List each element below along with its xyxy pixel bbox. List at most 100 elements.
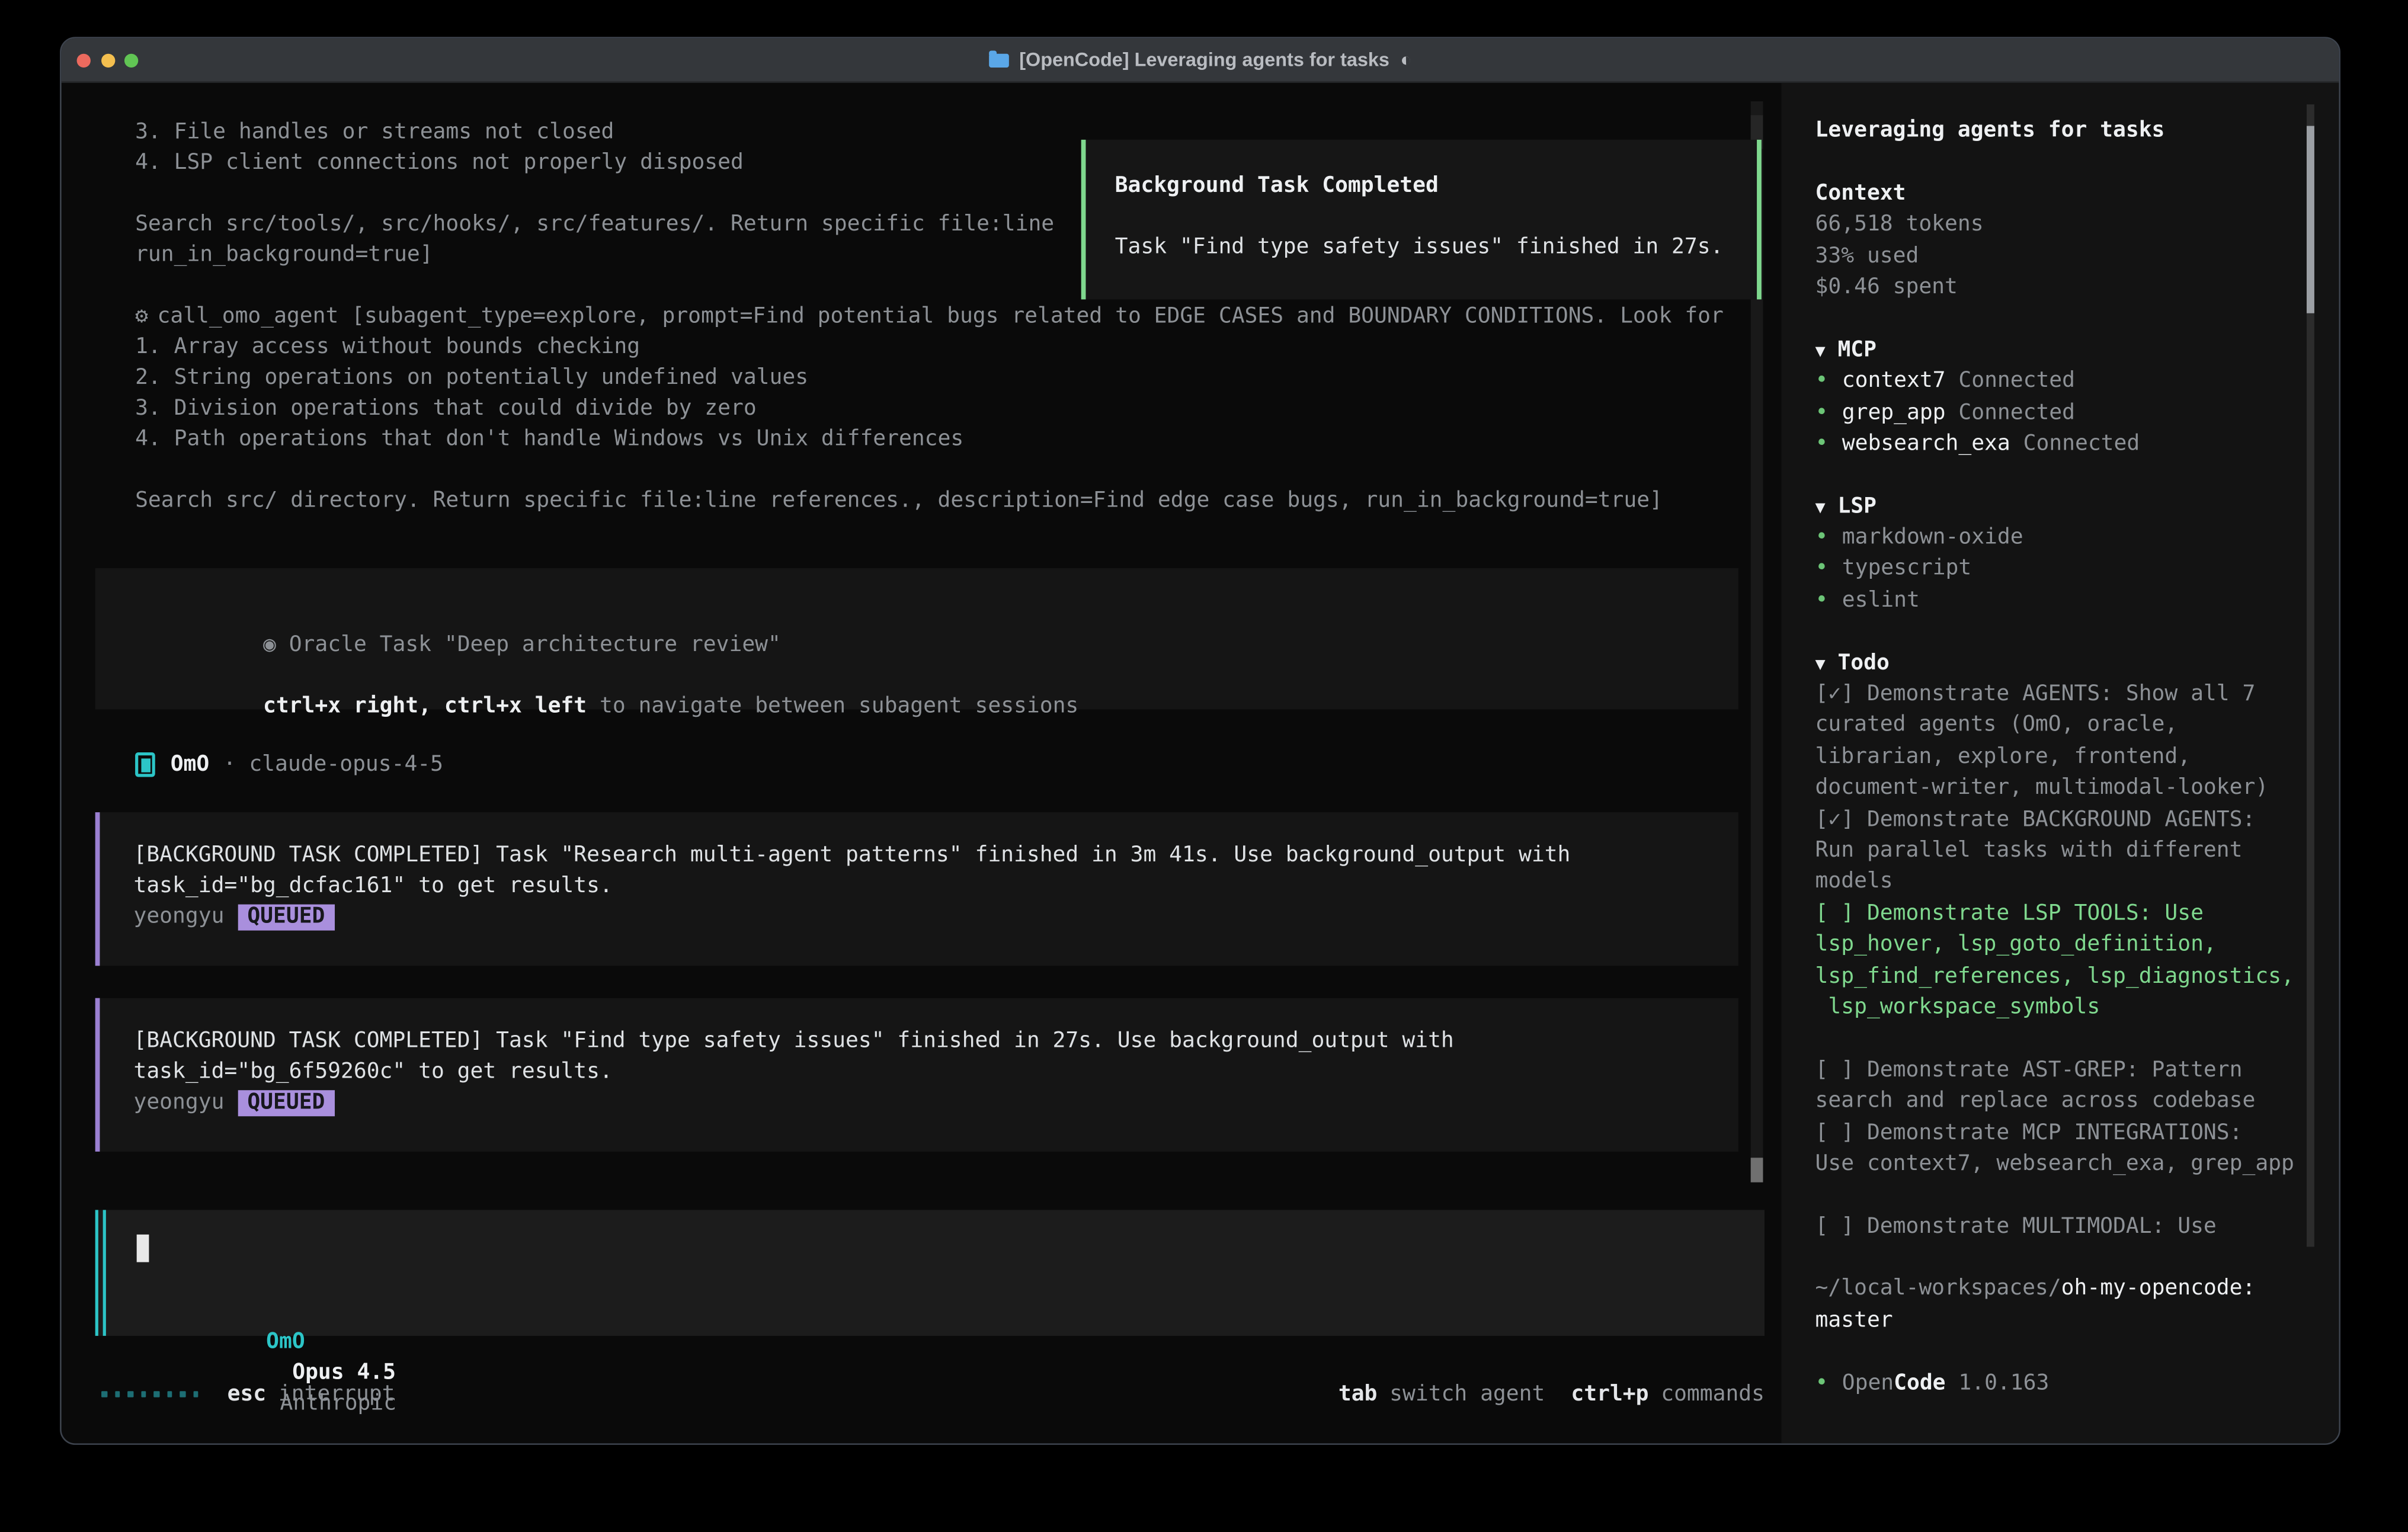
- todo-row: [ ] Demonstrate MCP INTEGRATIONS:: [1815, 1117, 2296, 1149]
- chat-scrollbar-thumb-bottom[interactable]: [1751, 1158, 1763, 1182]
- close-button[interactable]: [77, 53, 91, 66]
- bullet-icon: •: [1815, 431, 1829, 456]
- app-version: 1.0.163: [1946, 1371, 2050, 1395]
- todo-row: [✓] Demonstrate AGENTS: Show all 7: [1815, 679, 2296, 710]
- zoom-button[interactable]: [124, 53, 138, 66]
- lsp-server-name: eslint: [1842, 588, 1920, 612]
- input-agent-name: OmO: [266, 1330, 305, 1354]
- todo-line: lsp_workspace_symbols: [1815, 995, 2100, 1019]
- agent-name: OmO: [171, 749, 210, 780]
- keyboard-shortcut: ctrl+x right, ctrl+x left: [263, 694, 587, 719]
- blank-line: [1815, 1023, 2296, 1055]
- bullet-icon: •: [1815, 368, 1829, 393]
- window-titlebar[interactable]: [OpenCode] Leveraging agents for tasks ◐: [62, 39, 2339, 83]
- mcp-server-status: Connected: [1946, 368, 2075, 393]
- input-accent-bar: [103, 1210, 106, 1336]
- task-message-line: task_id="bg_6f59260c" to get results.: [133, 1056, 1738, 1087]
- text-cursor: [137, 1235, 149, 1262]
- todo-line: [ ] Demonstrate MULTIMODAL: Use: [1815, 1214, 2217, 1238]
- sidebar-title: Leveraging agents for tasks: [1815, 118, 2165, 143]
- todo-line: curated agents (OmO, oracle,: [1815, 713, 2178, 738]
- mcp-server-name: websearch_exa: [1842, 431, 2010, 456]
- screen: [OpenCode] Leveraging agents for tasks ◐…: [0, 0, 2408, 1532]
- todo-line: search and replace across codebase: [1815, 1089, 2256, 1113]
- minimize-button[interactable]: [101, 53, 114, 66]
- terminal-window: [OpenCode] Leveraging agents for tasks ◐…: [60, 37, 2340, 1445]
- blank-line: [1815, 146, 2296, 178]
- mcp-server-name: context7: [1842, 368, 1946, 393]
- status-badge: QUEUED: [238, 1089, 334, 1116]
- context-stat: $0.46 spent: [1815, 275, 1958, 299]
- blank-line: [1815, 303, 2296, 334]
- bullet-icon: •: [1815, 1371, 1829, 1395]
- todo-row: lsp_workspace_symbols: [1815, 992, 2296, 1023]
- tool-call-text: call_omo_agent [subagent_type=explore, p…: [158, 304, 1724, 328]
- todo-row: librarian, explore, frontend,: [1815, 741, 2296, 773]
- blank-line: [1815, 460, 2296, 491]
- blank-line: [1815, 1180, 2296, 1211]
- todo-line: [✓] Demonstrate BACKGROUND AGENTS:: [1815, 807, 2256, 831]
- prompt-input[interactable]: OmO Opus 4.5 Anthropic: [95, 1210, 1765, 1336]
- agent-model: · claude-opus-4-5: [223, 749, 443, 780]
- toast-title: Background Task Completed: [1115, 171, 1757, 201]
- workspace-repo: oh-my-opencode:: [2061, 1277, 2256, 1301]
- mcp-server-status: Connected: [2010, 431, 2140, 456]
- spinner-dot: [140, 1392, 146, 1397]
- context-stat-row: 66,518 tokens: [1815, 209, 2296, 241]
- tool-call-list-item: 1. Array access without bounds checking: [135, 332, 1724, 363]
- status-badge: QUEUED: [238, 903, 334, 930]
- mcp-heading: MCP: [1837, 338, 1877, 362]
- lsp-server-name: markdown-oxide: [1842, 525, 2023, 550]
- toast-body: Task "Find type safety issues" finished …: [1115, 232, 1757, 262]
- tool-call-list-item: 4. Path operations that don't handle Win…: [135, 424, 1724, 454]
- spinner-dot: [114, 1392, 120, 1397]
- todo-line: document-writer, multimodal-looker): [1815, 775, 2269, 800]
- todo-line: Use context7, websearch_exa, grep_app: [1815, 1152, 2294, 1176]
- agent-header: OmO · claude-opus-4-5: [135, 749, 443, 780]
- lsp-heading: LSP: [1837, 494, 1877, 518]
- spinner-dot: [180, 1392, 185, 1397]
- mcp-server-status: Connected: [1946, 400, 2075, 424]
- background-task-toast[interactable]: Background Task Completed Task "Find typ…: [1081, 140, 1762, 300]
- todo-row: document-writer, multimodal-looker): [1815, 773, 2296, 804]
- context-stat: 66,518 tokens: [1815, 212, 1984, 236]
- todo-row: search and replace across codebase: [1815, 1086, 2296, 1117]
- spinner-dot: [101, 1392, 107, 1397]
- blank-line: [1815, 616, 2296, 648]
- chat-output-line: run_in_background=true]: [135, 239, 1054, 270]
- todo-line: models: [1815, 870, 1893, 894]
- blank-line: [1815, 1242, 2296, 1274]
- lsp-item-row: •typescript: [1815, 553, 2296, 585]
- esc-key-label: interrupt: [278, 1382, 395, 1406]
- chat-output-line: [135, 178, 1054, 209]
- sidebar-scrollbar-thumb[interactable]: [2307, 126, 2314, 313]
- app-name-bold: Code: [1894, 1371, 1945, 1395]
- tool-call-list-item: 2. String operations on potentially unde…: [135, 363, 1724, 393]
- bullet-icon: •: [1815, 556, 1829, 581]
- task-message-line: [BACKGROUND TASK COMPLETED] Task "Find t…: [133, 1025, 1738, 1056]
- bullet-icon: •: [1815, 588, 1829, 612]
- oracle-task-hint: ctrl+x right, ctrl+x left to navigate be…: [133, 660, 1738, 691]
- sidebar-title-row: Leveraging agents for tasks: [1815, 115, 2296, 146]
- todo-row: models: [1815, 867, 2296, 898]
- chat-output-line: Search src/tools/, src/hooks/, src/featu…: [135, 209, 1054, 239]
- ctrlp-key-hint: ctrl+p: [1571, 1382, 1648, 1406]
- context-stat-row: $0.46 spent: [1815, 272, 2296, 303]
- spinner-dot: [127, 1392, 133, 1397]
- todo-line: [ ] Demonstrate LSP TOOLS: Use: [1815, 901, 2204, 925]
- todo-line: [ ] Demonstrate MCP INTEGRATIONS:: [1815, 1120, 2243, 1145]
- lsp-heading-row: ▼LSP: [1815, 491, 2296, 523]
- chat-output-line: 4. LSP client connections not properly d…: [135, 148, 1054, 178]
- todo-line: Run parallel tasks with different: [1815, 838, 2243, 863]
- terminal-content: 3. File handles or streams not closed4. …: [62, 83, 2339, 1445]
- blank-line: [135, 454, 1724, 485]
- tool-call-list-item: 3. Division operations that could divide…: [135, 393, 1724, 424]
- todo-line: lsp_hover, lsp_goto_definition,: [1815, 932, 2217, 957]
- ctrlp-key-label: commands: [1661, 1382, 1765, 1406]
- gear-icon: ⚙: [135, 304, 148, 328]
- workspace-path-prefix: ~/local-workspaces/: [1815, 1277, 2061, 1301]
- todo-heading: Todo: [1837, 650, 1889, 675]
- chevron-down-icon: ▼: [1815, 653, 1826, 674]
- sidebar-scrollbar[interactable]: [2307, 104, 2314, 1246]
- bullet-icon: •: [1815, 525, 1829, 550]
